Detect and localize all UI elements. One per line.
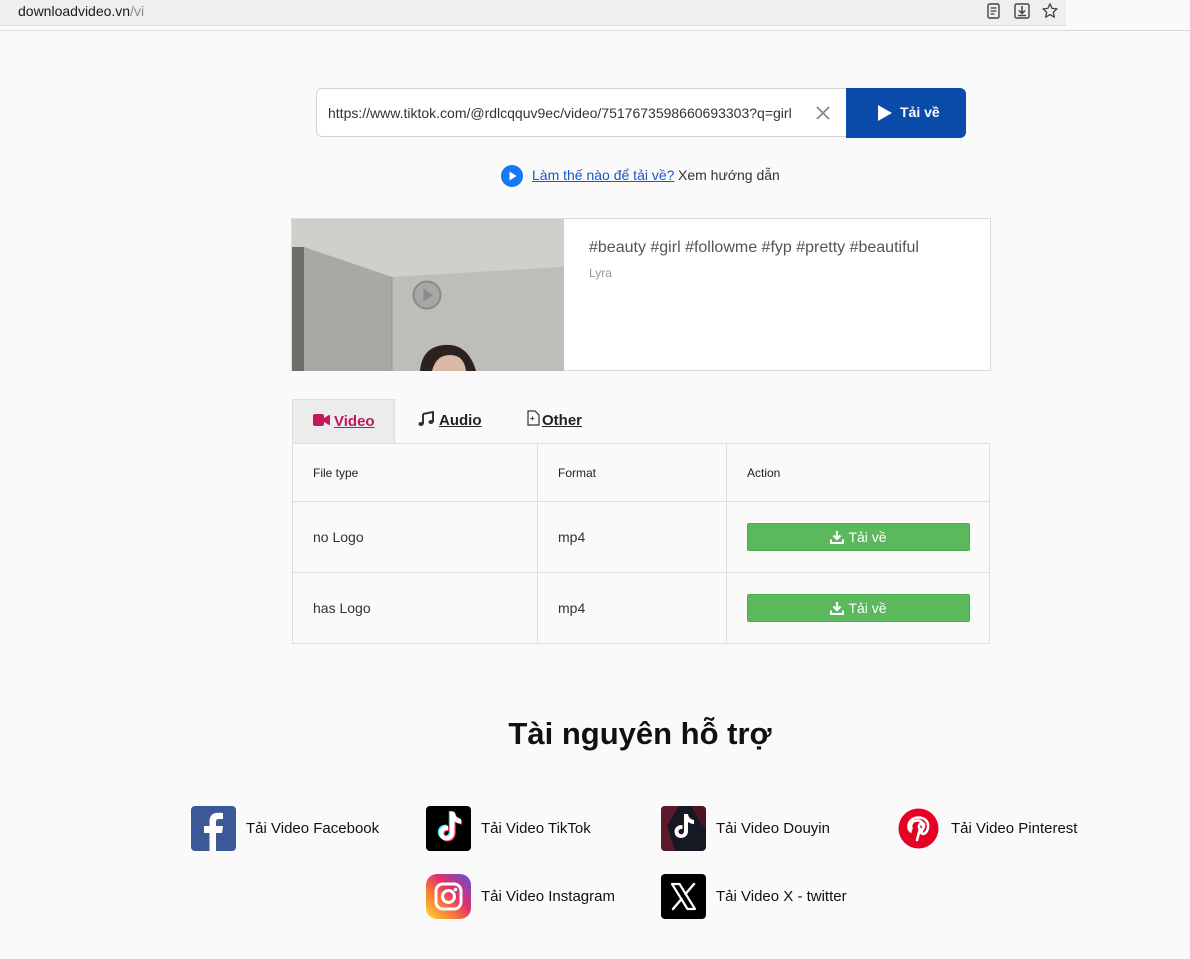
video-url-input[interactable]	[328, 89, 806, 136]
header-file-type: File type	[292, 443, 538, 502]
resource-instagram-label: Tải Video Instagram	[481, 888, 615, 905]
howto-link[interactable]: Làm thế nào để tải về?	[532, 167, 674, 183]
reader-view-icon[interactable]	[985, 2, 1003, 20]
file-type-cell: has Logo	[292, 572, 538, 644]
tab-other-label: Other	[542, 412, 583, 429]
resource-pinterest-label: Tải Video Pinterest	[951, 820, 1078, 837]
resource-tiktok-label: Tải Video TikTok	[481, 820, 591, 837]
header-format: Format	[537, 443, 727, 502]
download-icon	[830, 531, 845, 544]
address-domain: downloadvideo.vn	[18, 3, 131, 19]
resource-douyin-label: Tải Video Douyin	[716, 820, 830, 837]
browser-address-bar[interactable]: downloadvideo.vn/vi	[0, 0, 1066, 26]
download-submit-label: Tải về	[900, 104, 940, 120]
format-cell: mp4	[537, 572, 727, 644]
url-search-box	[316, 88, 846, 137]
x-twitter-icon	[661, 874, 706, 919]
top-divider	[0, 30, 1190, 31]
resource-x-twitter-label: Tải Video X - twitter	[716, 888, 847, 905]
download-icon	[830, 602, 845, 615]
download-has-logo-button[interactable]: Tải về	[747, 594, 970, 622]
action-cell: Tải về	[726, 501, 990, 573]
facebook-icon	[191, 806, 236, 851]
download-no-logo-button[interactable]: Tải về	[747, 523, 970, 551]
download-page-icon[interactable]	[1013, 2, 1031, 20]
video-info-card: #beauty #girl #followme #fyp #pretty #be…	[291, 218, 991, 371]
action-cell: Tải về	[726, 572, 990, 644]
tab-audio[interactable]: Audio	[418, 399, 498, 443]
clear-input-icon[interactable]	[814, 104, 832, 122]
pinterest-icon	[898, 808, 939, 849]
file-icon: +	[527, 410, 540, 426]
tab-video[interactable]: Video	[292, 399, 395, 443]
bookmark-star-icon[interactable]	[1041, 2, 1059, 20]
resource-facebook-label: Tải Video Facebook	[246, 820, 380, 837]
svg-text:+: +	[530, 414, 535, 423]
tiktok-icon	[426, 806, 471, 851]
video-thumbnail[interactable]	[292, 219, 564, 371]
douyin-icon	[661, 806, 706, 851]
address-path: /vi	[130, 3, 145, 19]
download-button-label: Tải về	[848, 529, 887, 545]
table-row: has Logo mp4 Tải về	[292, 572, 990, 644]
tab-other[interactable]: + Other	[527, 399, 597, 443]
tab-audio-label: Audio	[439, 412, 482, 429]
video-camera-icon	[313, 414, 330, 426]
file-type-cell: no Logo	[292, 501, 538, 573]
video-play-icon[interactable]	[412, 280, 442, 310]
download-submit-button[interactable]: Tải về	[846, 88, 966, 138]
tab-video-label: Video	[334, 413, 375, 430]
play-circle-icon	[501, 165, 523, 187]
format-cell: mp4	[537, 501, 727, 573]
table-header-row: File type Format Action	[292, 443, 990, 502]
play-icon	[878, 105, 892, 121]
video-caption: #beauty #girl #followme #fyp #pretty #be…	[589, 239, 919, 256]
music-note-icon	[418, 411, 434, 426]
table-row: no Logo mp4 Tải về	[292, 501, 990, 573]
download-options-table: File type Format Action no Logo mp4 Tải …	[292, 443, 990, 644]
howto-guide-text: Xem hướng dẫn	[678, 167, 780, 183]
header-action: Action	[726, 443, 990, 502]
video-author: Lyra	[589, 266, 612, 280]
download-button-label: Tải về	[848, 600, 887, 616]
instagram-icon	[426, 874, 471, 919]
resources-title: Tài nguyên hỗ trợ	[508, 716, 772, 751]
address-url[interactable]: downloadvideo.vn/vi	[18, 3, 144, 19]
